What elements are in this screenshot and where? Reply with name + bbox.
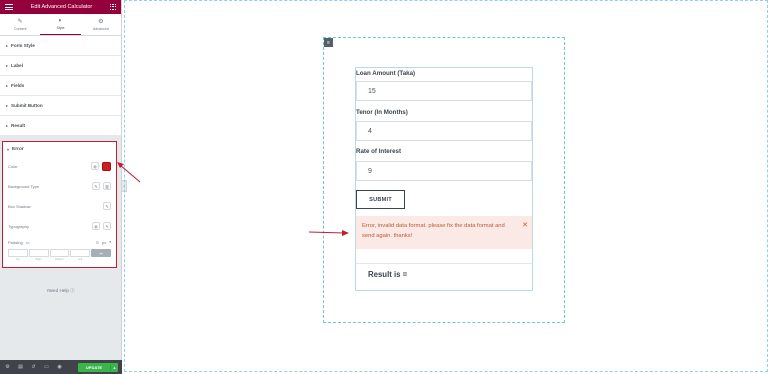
- link-icon[interactable]: ⊙: [96, 240, 99, 245]
- error-section-title: Error: [12, 146, 24, 152]
- color-swatch[interactable]: [102, 161, 111, 171]
- section-label[interactable]: ▸ Label: [0, 56, 121, 76]
- panel-tabs: ✎ Content ◐ Style ⚙ Advanced: [0, 14, 121, 36]
- padding-bottom-input[interactable]: [49, 249, 70, 257]
- typography-label: Typography: [8, 223, 29, 229]
- padding-label-left: Left: [77, 258, 83, 261]
- panel-title: Edit Advanced Calculator: [30, 4, 93, 10]
- caret-right-icon: ▸: [6, 43, 9, 48]
- submit-button[interactable]: SUBMIT: [356, 190, 405, 209]
- link-icon: ⚯: [99, 250, 103, 256]
- layers-icon[interactable]: ▤: [17, 364, 24, 370]
- padding-top-input[interactable]: [8, 249, 28, 257]
- editor-panel: Edit Advanced Calculator ✎ Content ◐ Sty…: [0, 0, 122, 374]
- widgets-grid-icon[interactable]: [110, 4, 116, 10]
- tab-content-label: Content: [13, 26, 27, 31]
- update-label: UPDATE: [85, 364, 103, 370]
- chevron-up-icon[interactable]: ▴: [110, 364, 118, 370]
- link-values-button[interactable]: ⚯: [91, 249, 111, 257]
- box-shadow-label: Box Shadow: [8, 203, 31, 209]
- settings-icon[interactable]: ⚙: [4, 364, 11, 370]
- widget-edit-handle-icon[interactable]: ≡: [324, 38, 333, 47]
- responsive-icon[interactable]: ▭: [26, 240, 30, 245]
- padding-control: Padding ▭ ⊙ px ▾: [3, 236, 116, 248]
- unit-label[interactable]: px: [102, 240, 106, 245]
- padding-label-top: Top: [15, 258, 20, 261]
- chevron-down-icon[interactable]: ▾: [109, 240, 111, 244]
- responsive-icon[interactable]: ▭: [43, 364, 50, 370]
- gradient-icon[interactable]: ▥: [103, 182, 111, 190]
- caret-right-icon: ▸: [6, 63, 9, 68]
- color-control: Color ◍: [3, 156, 116, 176]
- section-label: Submit Button: [11, 103, 43, 108]
- rate-of-interest-input[interactable]: 9: [356, 161, 532, 181]
- update-button[interactable]: UPDATE ▴: [78, 362, 118, 372]
- gear-icon: ⚙: [98, 18, 104, 25]
- padding-right-input[interactable]: [28, 249, 49, 257]
- brush-icon[interactable]: ✎: [92, 182, 100, 190]
- tab-advanced[interactable]: ⚙ Advanced: [81, 14, 121, 35]
- loan-amount-label: Loan Amount (Taka): [356, 70, 416, 77]
- error-message-text: Error, invalid data format. please fix t…: [362, 223, 505, 239]
- padding-left-input[interactable]: [70, 249, 90, 257]
- section-label: Result: [11, 123, 26, 128]
- error-section: ▾ Error Color ◍ Background Type ✎ ▥ Box …: [2, 141, 117, 268]
- section-label: Fields: [11, 83, 25, 88]
- preview-eye-icon[interactable]: ◉: [56, 364, 63, 370]
- padding-label-right: Right: [35, 258, 42, 261]
- need-help-link[interactable]: Need Help ⓘ: [0, 288, 122, 294]
- advanced-calculator-form: Loan Amount (Taka) 15 Tenor (In Months) …: [355, 67, 533, 291]
- tab-content[interactable]: ✎ Content: [0, 14, 40, 35]
- section-label: Label: [11, 63, 24, 68]
- globe-icon[interactable]: ◍: [91, 162, 99, 170]
- edit-pencil-icon[interactable]: ✎: [103, 222, 111, 230]
- caret-down-icon: ▾: [7, 146, 10, 152]
- history-icon[interactable]: ↺: [30, 364, 37, 370]
- section-label: Form Style: [11, 43, 35, 48]
- caret-right-icon: ▸: [6, 103, 9, 108]
- tab-advanced-label: Advanced: [92, 26, 109, 31]
- panel-footer: ⚙ ▤ ↺ ▭ ◉ UPDATE ▴: [0, 360, 122, 374]
- help-circle-icon: ⓘ: [70, 288, 75, 293]
- section-submit-button[interactable]: ▸ Submit Button: [0, 96, 121, 116]
- loan-amount-input[interactable]: 15: [356, 81, 532, 101]
- contrast-icon: ◐: [58, 18, 63, 24]
- background-type-label: Background Type: [8, 183, 40, 189]
- result-divider: [356, 263, 532, 264]
- padding-label-bottom: Bottom: [55, 258, 64, 261]
- tab-style[interactable]: ◐ Style: [40, 14, 81, 35]
- menu-icon[interactable]: [5, 4, 13, 10]
- globe-icon[interactable]: ◍: [92, 222, 100, 230]
- error-message: Error, invalid data format. please fix t…: [356, 216, 532, 249]
- typography-control: Typography ◍ ✎: [3, 216, 116, 236]
- rate-of-interest-label: Rate of Interest: [356, 148, 402, 155]
- padding-labels: Top Right Bottom Left: [3, 257, 116, 261]
- annotation-arrow-right: [308, 230, 349, 236]
- caret-right-icon: ▸: [6, 83, 9, 88]
- section-result[interactable]: ▸ Result: [0, 116, 121, 136]
- section-fields[interactable]: ▸ Fields: [0, 76, 121, 96]
- close-icon[interactable]: ✕: [522, 221, 528, 231]
- tenor-input[interactable]: 4: [356, 121, 532, 141]
- caret-right-icon: ▸: [6, 123, 9, 128]
- edit-pencil-icon[interactable]: ✎: [103, 202, 111, 210]
- padding-inputs: ⚯: [3, 249, 116, 257]
- panel-header: Edit Advanced Calculator: [0, 0, 121, 14]
- padding-label: Padding: [8, 239, 23, 245]
- style-sections: ▸ Form Style ▸ Label ▸ Fields ▸ Submit B…: [0, 36, 121, 136]
- need-help-label: Need Help: [47, 288, 69, 293]
- color-label: Color: [8, 163, 18, 169]
- tab-style-label: Style: [56, 26, 65, 30]
- box-shadow-control: Box Shadow ✎: [3, 196, 116, 216]
- background-type-control: Background Type ✎ ▥: [3, 176, 116, 196]
- annotation-arrow-left: [117, 162, 141, 183]
- tenor-label: Tenor (In Months): [356, 109, 408, 116]
- pencil-icon: ✎: [17, 18, 23, 25]
- section-error[interactable]: ▾ Error: [3, 142, 116, 156]
- section-form-style[interactable]: ▸ Form Style: [0, 36, 121, 56]
- result-text: Result is =: [368, 270, 408, 279]
